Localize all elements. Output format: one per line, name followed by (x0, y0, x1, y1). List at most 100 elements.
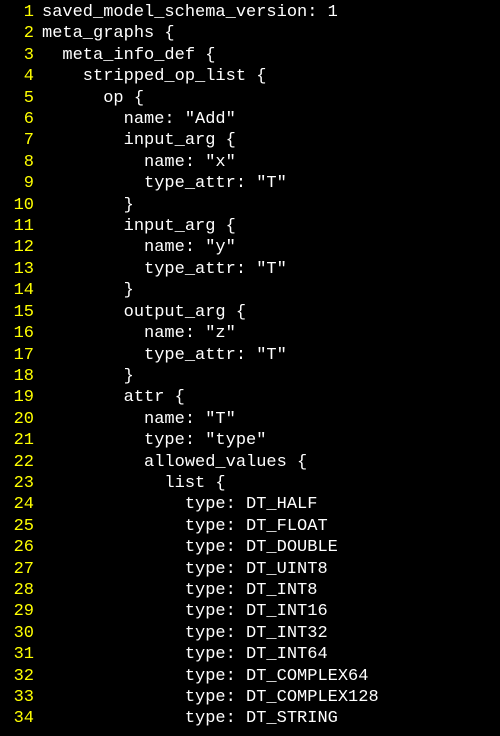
code-line: 17 type_attr: "T" (0, 345, 500, 366)
code-text: name: "T" (42, 409, 236, 430)
code-text: type: DT_INT64 (42, 644, 328, 665)
code-text: type: DT_INT8 (42, 580, 317, 601)
line-number: 18 (0, 366, 42, 387)
code-line: 11 input_arg { (0, 216, 500, 237)
line-number: 12 (0, 237, 42, 258)
line-number: 15 (0, 302, 42, 323)
code-text: type: DT_DOUBLE (42, 537, 338, 558)
code-text: name: "y" (42, 237, 236, 258)
line-number: 7 (0, 130, 42, 151)
code-text: input_arg { (42, 216, 236, 237)
line-number: 28 (0, 580, 42, 601)
code-text: name: "x" (42, 152, 236, 173)
code-text: type: DT_UINT8 (42, 559, 328, 580)
code-text: type: DT_INT32 (42, 623, 328, 644)
code-editor: 1saved_model_schema_version: 12meta_grap… (0, 2, 500, 730)
line-number: 30 (0, 623, 42, 644)
code-line: 19 attr { (0, 387, 500, 408)
line-number: 21 (0, 430, 42, 451)
code-text: allowed_values { (42, 452, 307, 473)
code-text: saved_model_schema_version: 1 (42, 2, 338, 23)
code-line: 31 type: DT_INT64 (0, 644, 500, 665)
code-text: name: "z" (42, 323, 236, 344)
code-line: 9 type_attr: "T" (0, 173, 500, 194)
code-line: 14 } (0, 280, 500, 301)
code-text: list { (42, 473, 226, 494)
code-text: name: "Add" (42, 109, 236, 130)
code-line: 8 name: "x" (0, 152, 500, 173)
code-line: 29 type: DT_INT16 (0, 601, 500, 622)
line-number: 8 (0, 152, 42, 173)
code-line: 7 input_arg { (0, 130, 500, 151)
line-number: 10 (0, 195, 42, 216)
line-number: 34 (0, 708, 42, 729)
code-line: 33 type: DT_COMPLEX128 (0, 687, 500, 708)
line-number: 27 (0, 559, 42, 580)
code-text: input_arg { (42, 130, 236, 151)
code-line: 15 output_arg { (0, 302, 500, 323)
line-number: 33 (0, 687, 42, 708)
line-number: 22 (0, 452, 42, 473)
code-text: } (42, 366, 134, 387)
code-line: 4 stripped_op_list { (0, 66, 500, 87)
line-number: 20 (0, 409, 42, 430)
code-line: 34 type: DT_STRING (0, 708, 500, 729)
line-number: 31 (0, 644, 42, 665)
line-number: 9 (0, 173, 42, 194)
line-number: 3 (0, 45, 42, 66)
code-line: 30 type: DT_INT32 (0, 623, 500, 644)
line-number: 14 (0, 280, 42, 301)
code-text: type: DT_FLOAT (42, 516, 328, 537)
code-line: 28 type: DT_INT8 (0, 580, 500, 601)
code-text: type_attr: "T" (42, 259, 287, 280)
code-line: 25 type: DT_FLOAT (0, 516, 500, 537)
line-number: 32 (0, 666, 42, 687)
code-line: 18 } (0, 366, 500, 387)
line-number: 6 (0, 109, 42, 130)
code-text: output_arg { (42, 302, 246, 323)
line-number: 26 (0, 537, 42, 558)
code-line: 32 type: DT_COMPLEX64 (0, 666, 500, 687)
code-line: 16 name: "z" (0, 323, 500, 344)
code-text: type: DT_COMPLEX128 (42, 687, 379, 708)
code-text: stripped_op_list { (42, 66, 266, 87)
code-line: 2meta_graphs { (0, 23, 500, 44)
code-text: type: DT_HALF (42, 494, 317, 515)
code-line: 12 name: "y" (0, 237, 500, 258)
code-line: 24 type: DT_HALF (0, 494, 500, 515)
code-text: type_attr: "T" (42, 173, 287, 194)
code-line: 27 type: DT_UINT8 (0, 559, 500, 580)
code-text: meta_graphs { (42, 23, 175, 44)
line-number: 1 (0, 2, 42, 23)
line-number: 19 (0, 387, 42, 408)
code-text: } (42, 280, 134, 301)
code-text: type: DT_INT16 (42, 601, 328, 622)
code-text: } (42, 195, 134, 216)
line-number: 11 (0, 216, 42, 237)
code-text: type: DT_STRING (42, 708, 338, 729)
code-line: 1saved_model_schema_version: 1 (0, 2, 500, 23)
code-line: 20 name: "T" (0, 409, 500, 430)
code-text: op { (42, 88, 144, 109)
line-number: 13 (0, 259, 42, 280)
code-line: 10 } (0, 195, 500, 216)
code-line: 3 meta_info_def { (0, 45, 500, 66)
line-number: 2 (0, 23, 42, 44)
code-line: 21 type: "type" (0, 430, 500, 451)
code-line: 22 allowed_values { (0, 452, 500, 473)
code-text: type_attr: "T" (42, 345, 287, 366)
code-line: 13 type_attr: "T" (0, 259, 500, 280)
line-number: 25 (0, 516, 42, 537)
code-line: 6 name: "Add" (0, 109, 500, 130)
line-number: 4 (0, 66, 42, 87)
code-text: attr { (42, 387, 185, 408)
line-number: 29 (0, 601, 42, 622)
code-line: 5 op { (0, 88, 500, 109)
line-number: 17 (0, 345, 42, 366)
line-number: 24 (0, 494, 42, 515)
line-number: 23 (0, 473, 42, 494)
code-text: type: DT_COMPLEX64 (42, 666, 368, 687)
code-line: 23 list { (0, 473, 500, 494)
line-number: 16 (0, 323, 42, 344)
line-number: 5 (0, 88, 42, 109)
